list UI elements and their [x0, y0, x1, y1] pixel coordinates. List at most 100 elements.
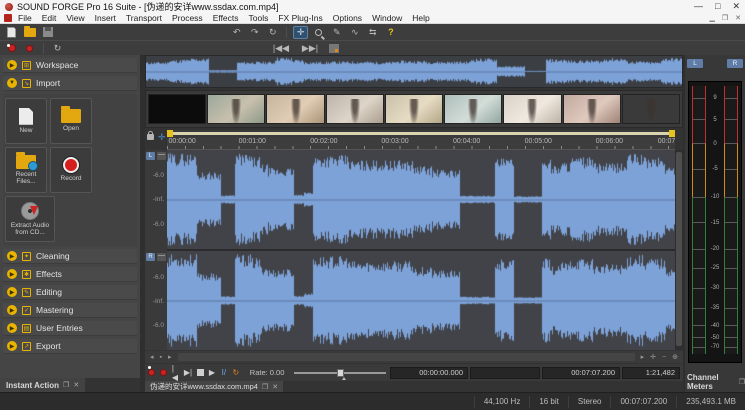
record-button[interactable]	[160, 367, 168, 379]
right-channel-button[interactable]: R	[146, 253, 155, 261]
sidebar-section-import[interactable]: ▼ ↘ Import	[3, 76, 137, 91]
scrollbar-track[interactable]	[178, 353, 635, 361]
menu-item[interactable]: Process	[172, 13, 203, 23]
redo-button[interactable]: ↷	[247, 26, 262, 39]
left-channel-button[interactable]: L	[146, 152, 155, 160]
sidebar-section-effects[interactable]: ▶ ✱ Effects	[3, 267, 137, 282]
sidebar-section-export[interactable]: ▶ ↗ Export	[3, 339, 137, 354]
minimize-button[interactable]: —	[694, 0, 703, 13]
extra-field[interactable]: 1:21,482	[622, 367, 680, 379]
go-to-end-button[interactable]: ▶▶|	[297, 42, 323, 55]
instant-action-tab[interactable]: Instant Action ❐ ✕	[0, 378, 85, 392]
envelope-tool-button[interactable]: ∿	[347, 26, 362, 39]
record-button[interactable]	[22, 42, 37, 55]
selection-field[interactable]	[470, 367, 540, 379]
expand-arrow-icon[interactable]: ▶	[7, 269, 17, 279]
expand-arrow-icon[interactable]: ▶	[7, 305, 17, 315]
minimize-channel-icon[interactable]: —	[157, 152, 166, 160]
save-button[interactable]	[40, 26, 55, 39]
position-field[interactable]: 00:00:00.000	[390, 367, 468, 379]
record-tile[interactable]: Record	[50, 147, 92, 193]
left-channel-waveform[interactable]	[167, 150, 675, 249]
undo-button[interactable]: ↶	[229, 26, 244, 39]
snapshot-button[interactable]	[326, 42, 341, 55]
pan-icon[interactable]: ✛	[158, 133, 166, 142]
menu-item[interactable]: View	[66, 13, 84, 23]
extract-audio-tile[interactable]: Extract Audio from CD...	[5, 196, 55, 242]
sidebar-section-workspace[interactable]: ▶ ⊞ Workspace	[3, 58, 137, 73]
mdi-minimize-button[interactable]: ▁	[709, 14, 714, 22]
loop-start-marker[interactable]	[167, 130, 173, 137]
stop-button[interactable]	[196, 367, 204, 379]
close-icon[interactable]: ✕	[73, 381, 79, 389]
zoom-fit-icon[interactable]: ✛	[650, 353, 656, 361]
menu-item[interactable]: File	[18, 13, 32, 23]
menu-item[interactable]: Help	[412, 13, 429, 23]
zoom-in-icon[interactable]: ⊕	[672, 353, 678, 361]
length-field[interactable]: 00:07:07.200	[542, 367, 620, 379]
loop-region[interactable]	[167, 132, 675, 135]
horizontal-scrollbar[interactable]: ◂ ▪ ▸ ▸ ✛ − ⊕	[145, 351, 683, 363]
minimize-channel-icon[interactable]: —	[157, 253, 166, 261]
meter-right-button[interactable]: R	[727, 59, 743, 68]
record-remote-button[interactable]	[4, 42, 19, 55]
loop-button[interactable]: ↻	[232, 367, 240, 379]
new-action-tile[interactable]: New	[5, 98, 47, 144]
sidebar-section-mastering[interactable]: ▶ ✓ Mastering	[3, 303, 137, 318]
expand-arrow-icon[interactable]: ▶	[7, 287, 17, 297]
repeat-button[interactable]: ↻	[265, 26, 280, 39]
collapse-arrow-icon[interactable]: ▼	[7, 78, 17, 88]
vertical-scrollbar[interactable]	[675, 150, 683, 350]
dock-icon[interactable]: ❐	[739, 378, 745, 386]
expand-arrow-icon[interactable]: ▶	[7, 251, 17, 261]
menu-item[interactable]: Window	[372, 13, 402, 23]
menu-item[interactable]: Options	[333, 13, 362, 23]
mdi-close-button[interactable]: ✕	[735, 14, 741, 22]
expand-arrow-icon[interactable]: ▶	[7, 323, 17, 333]
scrollbar-thumb[interactable]	[676, 152, 682, 346]
loop-end-marker[interactable]	[669, 130, 675, 137]
new-file-button[interactable]	[4, 26, 19, 39]
help-button[interactable]: ?	[383, 26, 398, 39]
close-icon[interactable]: ✕	[272, 383, 278, 391]
menu-item[interactable]: FX Plug-Ins	[278, 13, 322, 23]
play-button[interactable]: ▶	[208, 367, 216, 379]
open-button[interactable]	[22, 26, 37, 39]
menu-item[interactable]: Effects	[213, 13, 239, 23]
go-to-start-button[interactable]: |◀◀	[268, 42, 294, 55]
time-ruler[interactable]: 00:00:0000:01:0000:02:0000:03:0000:04:00…	[167, 137, 675, 150]
scroll-box-icon[interactable]: ▪	[160, 354, 162, 361]
meter-left-button[interactable]: L	[687, 59, 703, 68]
open-action-tile[interactable]: Open	[50, 98, 92, 144]
float-icon[interactable]: ❐	[262, 383, 268, 391]
pencil-tool-button[interactable]: ✎	[329, 26, 344, 39]
expand-arrow-icon[interactable]: ▶	[7, 60, 17, 70]
menu-item[interactable]: Tools	[249, 13, 269, 23]
slider-handle[interactable]	[337, 369, 344, 377]
go-to-start-button[interactable]: |◀	[172, 367, 180, 379]
loop-playback-button[interactable]: ↻	[50, 42, 65, 55]
record-remote-button[interactable]	[148, 367, 156, 379]
meter-display[interactable]: 950-5-10-15-20-25-30-35-40-50-70 L R	[688, 81, 742, 363]
rate-slider[interactable]	[294, 368, 386, 378]
sidebar-section-cleaning[interactable]: ▶ ✦ Cleaning	[3, 249, 137, 264]
maximize-button[interactable]: □	[715, 0, 720, 13]
close-button[interactable]: ✕	[732, 0, 740, 13]
scroll-left-icon[interactable]: ◂	[150, 353, 154, 361]
menu-item[interactable]: Transport	[126, 13, 162, 23]
menu-item[interactable]: Edit	[42, 13, 57, 23]
float-icon[interactable]: ❐	[63, 381, 69, 389]
zoom-out-icon[interactable]: −	[662, 354, 666, 361]
magnify-tool-button[interactable]	[311, 26, 326, 39]
zoom-play-icon[interactable]: ▸	[641, 353, 645, 361]
mdi-restore-button[interactable]: ❐	[722, 14, 728, 22]
video-thumbnail-strip[interactable]	[145, 90, 683, 128]
sidebar-section-editing[interactable]: ▶ ✎ Editing	[3, 285, 137, 300]
go-to-end-button[interactable]: ▶|	[184, 367, 192, 379]
overview-bar[interactable]	[145, 55, 683, 88]
loop-region-bar[interactable]	[167, 130, 675, 137]
waveform-display[interactable]	[167, 150, 675, 350]
scrub-tool-button[interactable]: I/	[220, 367, 228, 379]
recent-files-tile[interactable]: Recent Files...	[5, 147, 47, 193]
scroll-right-icon[interactable]: ▸	[168, 353, 172, 361]
